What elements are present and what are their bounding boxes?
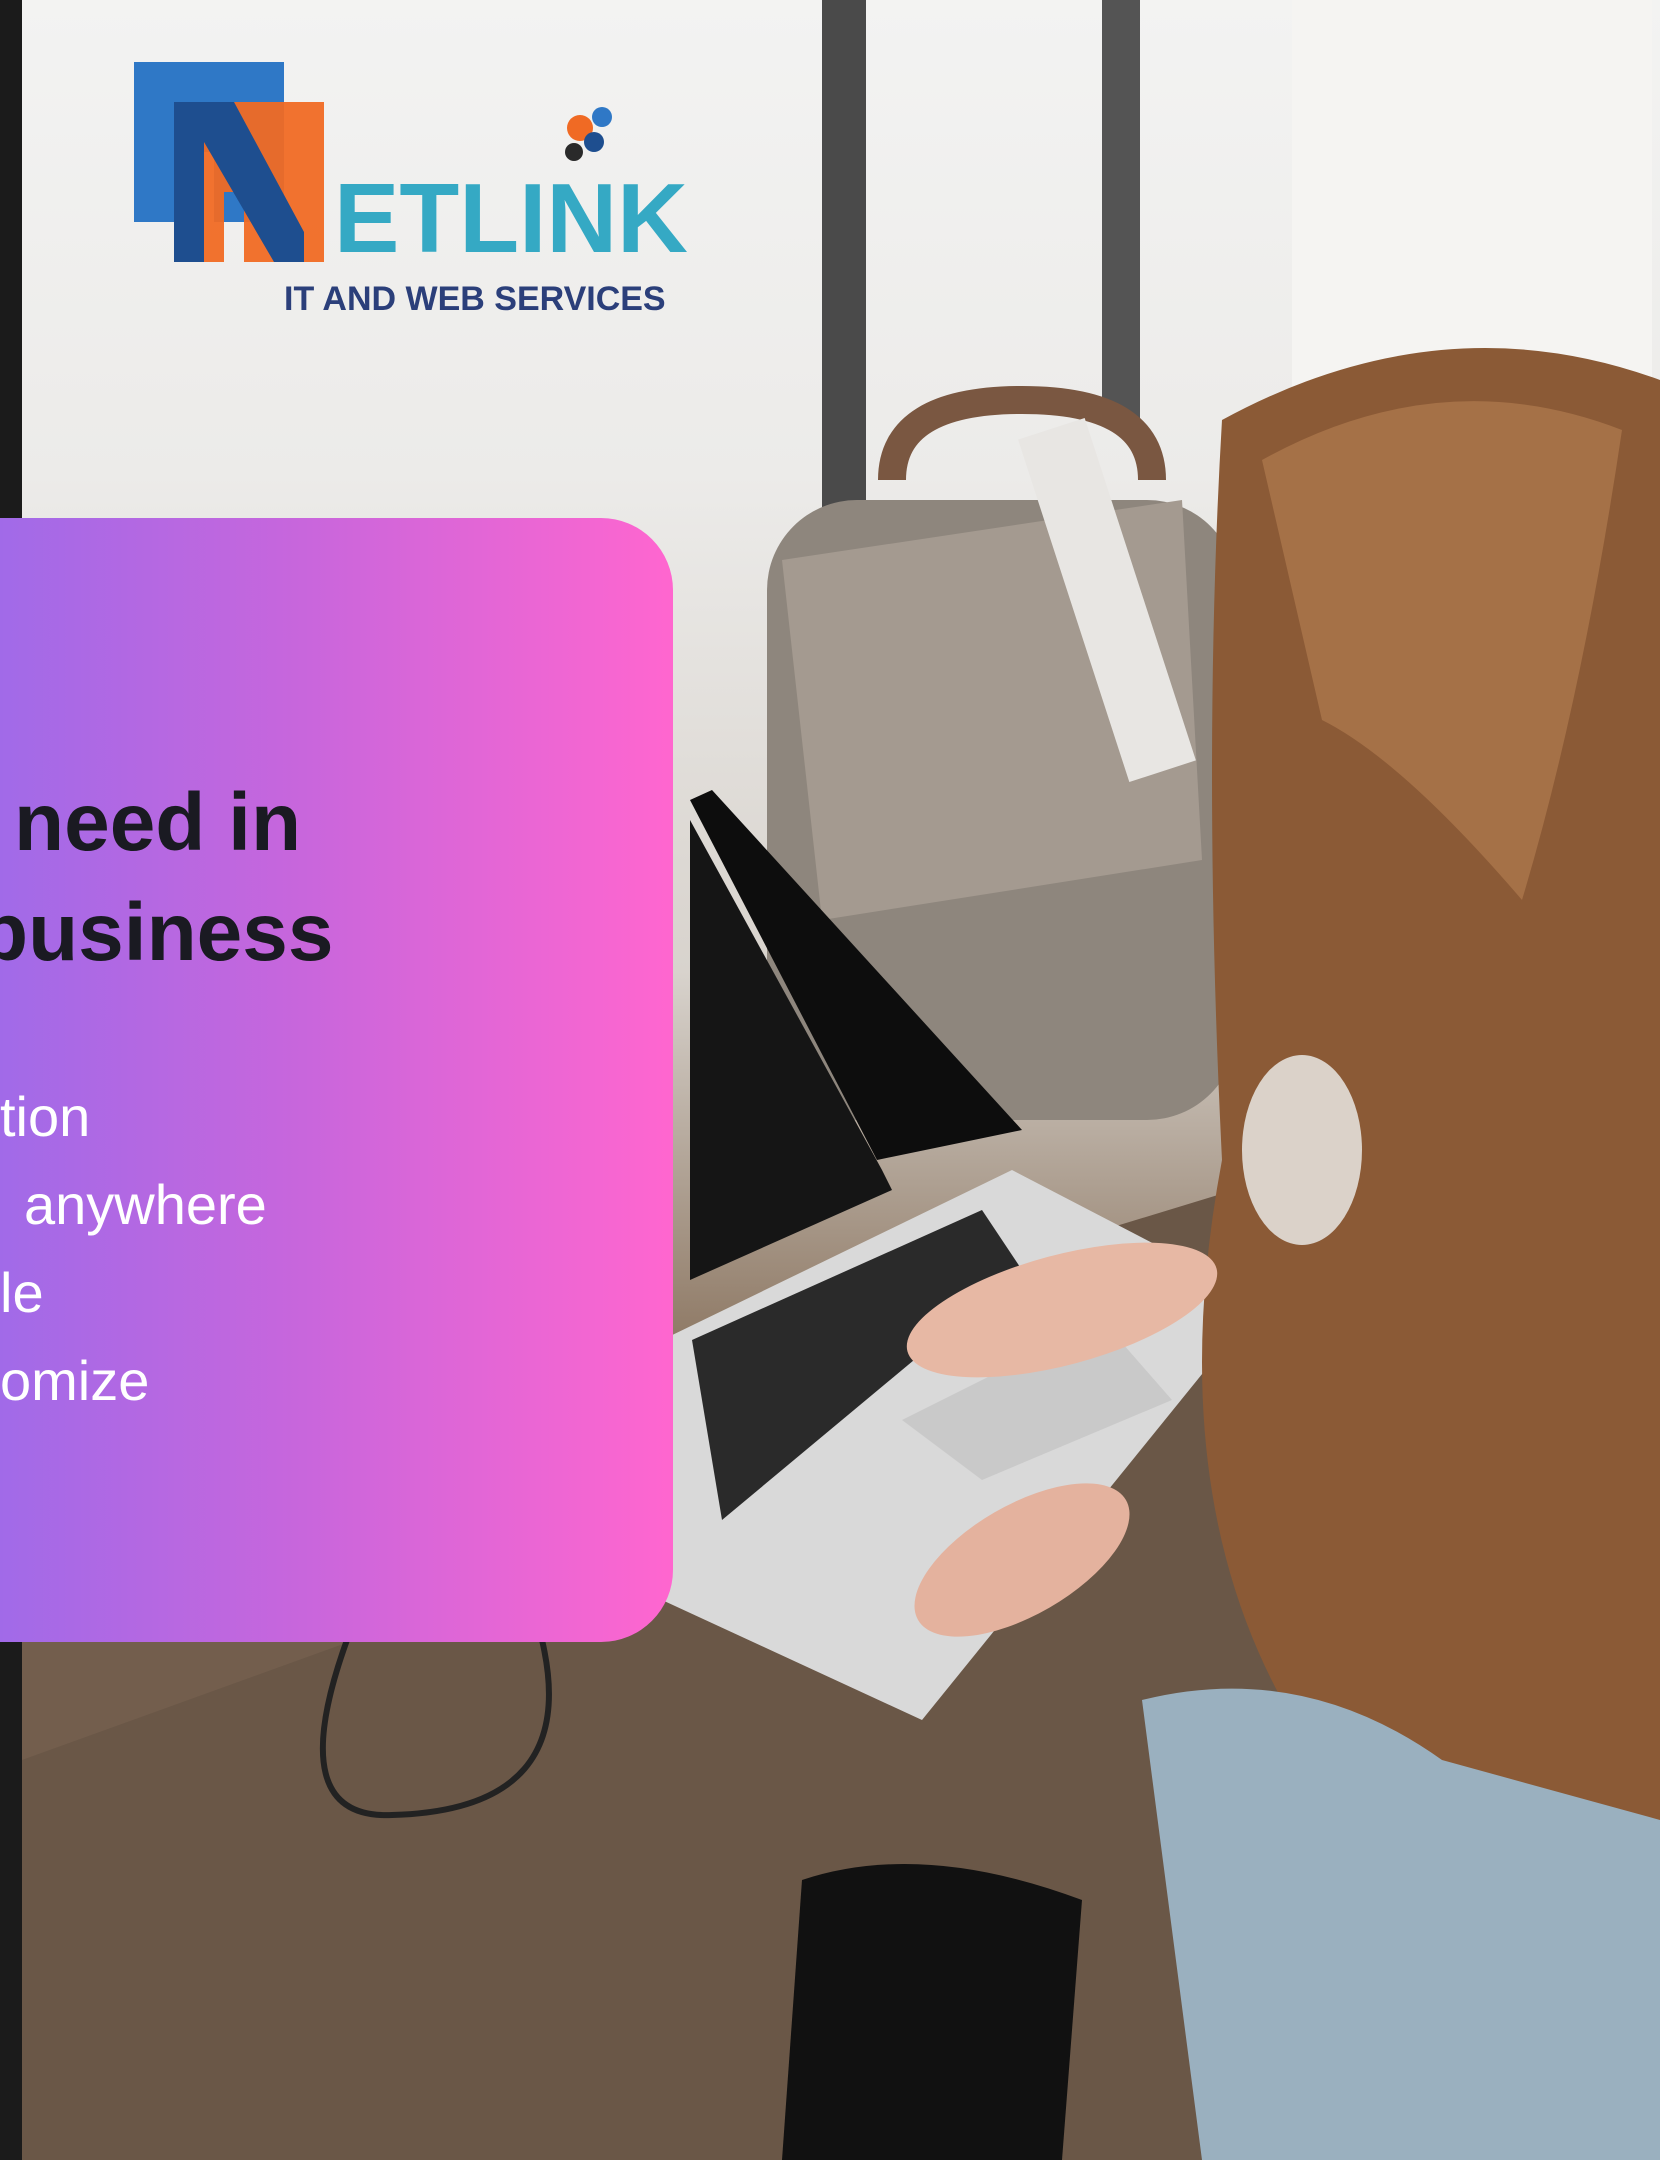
logo-dots-icon xyxy=(565,107,612,161)
feature-item: le xyxy=(0,1261,44,1324)
feature-item: tion xyxy=(0,1085,91,1148)
feature-list: tion anywhere le omize xyxy=(0,1073,267,1425)
netlink-logo: ETLINK IT AND WEB SERVICES xyxy=(134,62,824,322)
netlink-logo-mark: ETLINK IT AND WEB SERVICES xyxy=(134,62,688,318)
logo-n-icon xyxy=(134,62,324,262)
feature-item: omize xyxy=(0,1349,150,1412)
window-frame-icon xyxy=(1102,0,1140,420)
logo-tagline: IT AND WEB SERVICES xyxy=(284,280,666,318)
promo-card: need in business tion anywhere le omize xyxy=(0,518,673,1642)
promo-headline: need in business xyxy=(0,768,673,988)
feature-item: anywhere xyxy=(24,1173,267,1236)
logo-name: ETLINK xyxy=(334,163,688,273)
headline-line-1: need in xyxy=(14,777,302,868)
glass-icon xyxy=(1242,1055,1362,1245)
headline-line-2: business xyxy=(0,887,334,978)
